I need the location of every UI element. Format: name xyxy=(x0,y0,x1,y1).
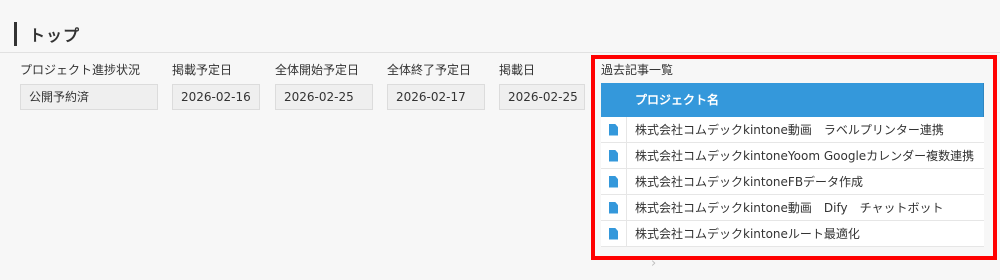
section-divider xyxy=(0,52,1000,53)
field-value[interactable]: 2026-02-17 xyxy=(387,84,485,110)
section-bar xyxy=(14,22,17,46)
chevron-right-icon[interactable]: › xyxy=(651,257,656,270)
column-header-project-name[interactable]: プロジェクト名 xyxy=(601,83,984,117)
field-label: 全体終了予定日 xyxy=(387,63,472,77)
field-label: 掲載日 xyxy=(499,63,536,77)
section-header: トップ xyxy=(14,20,80,48)
project-name-link[interactable]: 株式会社コムデックkintone動画 Dify チャットボット xyxy=(627,199,944,216)
table-row[interactable]: 株式会社コムデックkintoneYoom Googleカレンダー複数連携 xyxy=(601,143,984,169)
field-value[interactable]: 2026-02-25 xyxy=(275,84,373,110)
row-icon-cell[interactable] xyxy=(601,221,627,246)
table-row[interactable]: 株式会社コムデックkintoneFBデータ作成 xyxy=(601,169,984,195)
project-name-link[interactable]: 株式会社コムデックkintoneYoom Googleカレンダー複数連携 xyxy=(627,147,974,164)
field-value[interactable]: 2026-02-16 xyxy=(172,84,260,110)
row-icon-cell[interactable] xyxy=(601,169,627,194)
field-publish-scheduled-date: 掲載予定日 2026-02-16 xyxy=(172,62,260,110)
field-label: 掲載予定日 xyxy=(172,63,233,77)
project-name-link[interactable]: 株式会社コムデックkintoneFBデータ作成 xyxy=(627,173,863,190)
related-records-table: プロジェクト名 株式会社コムデックkintone動画 ラベルプリンター連携 株式… xyxy=(601,83,984,247)
field-progress-status: プロジェクト進捗状況 公開予約済 xyxy=(20,62,158,110)
document-icon[interactable] xyxy=(609,201,618,214)
document-icon[interactable] xyxy=(609,175,618,188)
field-value[interactable]: 2026-02-25 xyxy=(499,84,585,110)
field-label: 全体開始予定日 xyxy=(275,63,360,77)
row-icon-cell[interactable] xyxy=(601,195,627,220)
row-icon-cell[interactable] xyxy=(601,117,627,142)
document-icon[interactable] xyxy=(609,123,618,136)
table-row[interactable]: 株式会社コムデックkintone動画 ラベルプリンター連携 xyxy=(601,117,984,143)
document-icon[interactable] xyxy=(609,149,618,162)
related-records-label: 過去記事一覧 xyxy=(601,63,674,77)
table-row[interactable]: 株式会社コムデックkintone動画 Dify チャットボット xyxy=(601,195,984,221)
field-overall-end-date: 全体終了予定日 2026-02-17 xyxy=(387,62,485,110)
field-label: プロジェクト進捗状況 xyxy=(20,63,141,77)
document-icon[interactable] xyxy=(609,227,618,240)
table-row[interactable]: 株式会社コムデックkintoneルート最適化 xyxy=(601,221,984,247)
project-name-link[interactable]: 株式会社コムデックkintoneルート最適化 xyxy=(627,225,860,242)
field-overall-start-date: 全体開始予定日 2026-02-25 xyxy=(275,62,373,110)
row-icon-cell[interactable] xyxy=(601,143,627,168)
project-name-link[interactable]: 株式会社コムデックkintone動画 ラベルプリンター連携 xyxy=(627,121,944,138)
field-value[interactable]: 公開予約済 xyxy=(20,84,158,110)
section-title: トップ xyxy=(29,26,81,45)
record-page: トップ プロジェクト進捗状況 公開予約済 掲載予定日 2026-02-16 全体… xyxy=(0,0,1000,280)
field-publish-date: 掲載日 2026-02-25 xyxy=(499,62,585,110)
